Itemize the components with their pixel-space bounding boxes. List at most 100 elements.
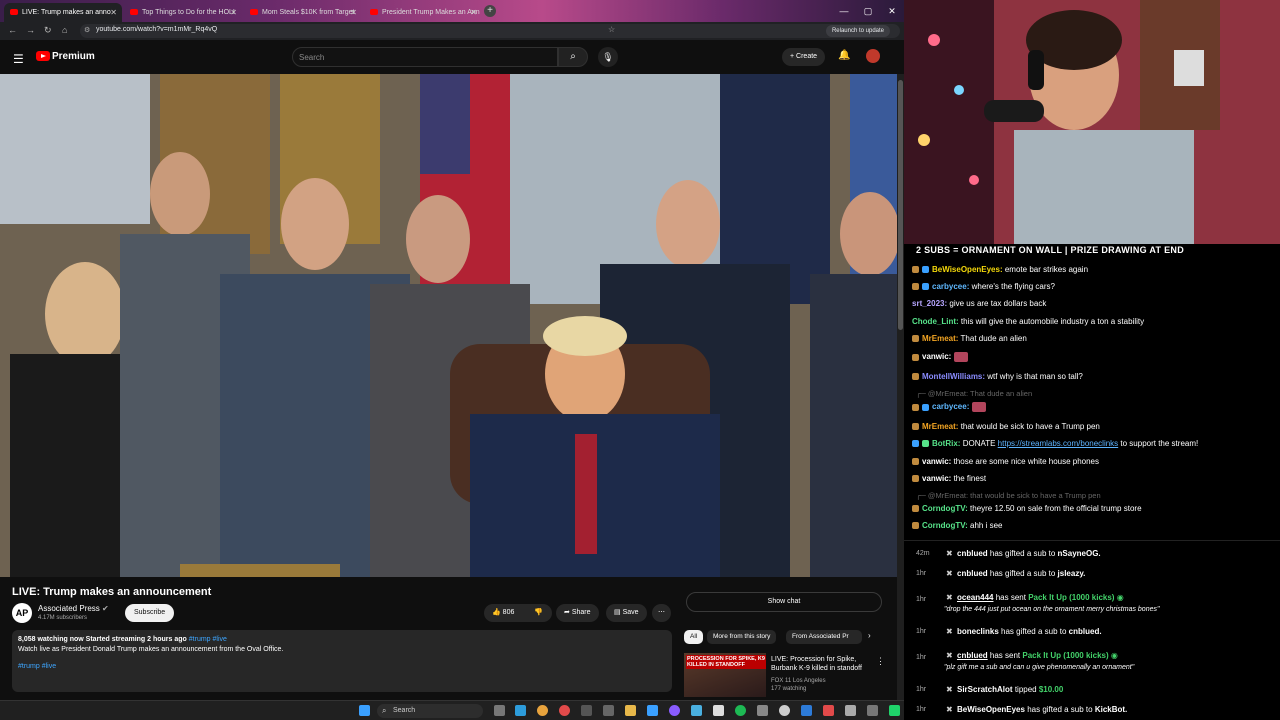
app-icon[interactable] [867,705,878,716]
app-icon[interactable] [647,705,658,716]
chat-username[interactable]: carbycee: [932,402,969,411]
menu-icon[interactable]: ☰ [13,52,24,66]
chat-username[interactable]: srt_2023: [912,299,947,308]
event-text: cnblued has gifted a sub to jsleazy. [957,569,1085,578]
site-info-icon[interactable]: ⚙ [84,26,90,34]
url-field[interactable]: ⚙ youtube.com/watch?v=m1mMr_Rq4vQ ☆ Rela… [80,24,900,38]
bookmark-star-icon[interactable]: ☆ [608,25,615,34]
channel-avatar[interactable]: AP [12,603,32,623]
show-chat-button[interactable]: Show chat [686,592,882,612]
chat-username[interactable]: vanwic: [922,352,951,361]
chat-username[interactable]: Chode_Lint: [912,317,959,326]
video-description[interactable]: 8,058 watching now Started streaming 2 h… [12,630,672,692]
chat-message: vanwic: [912,352,968,362]
file-explorer-icon[interactable] [625,705,636,716]
recommended-menu-icon[interactable]: ⋮ [876,656,885,667]
channel-name[interactable]: Associated Press ✔ [38,604,109,613]
event-user: SirScratchAlot [957,685,1013,694]
chat-username[interactable]: carbycee: [932,282,969,291]
recommended-thumbnail[interactable]: PROCESSION FOR SPIKE, K9 KILLED IN STAND… [684,653,766,697]
app-icon[interactable] [823,705,834,716]
close-tab-icon[interactable]: ✕ [230,8,237,17]
chat-link[interactable]: https://streamlabs.com/boneclinks [998,439,1119,448]
gift-icon: ◉ [1110,651,1118,660]
more-actions-button[interactable]: ⋯ [652,604,671,622]
chip-all[interactable]: All [684,630,704,644]
app-icon[interactable] [581,705,592,716]
chrome-alt-icon[interactable] [559,705,570,716]
spotify-icon[interactable] [735,705,746,716]
tab-holiday[interactable]: Top Things to Do for the HOLI ✕ [124,3,242,22]
dislike-button[interactable]: 👎 [534,604,543,622]
description-hashtags[interactable]: #trump #live [18,663,666,670]
chat-username[interactable]: MrEmeat: [922,334,958,343]
subscribe-button[interactable]: Subscribe [125,604,175,622]
chat-message: BeWiseOpenEyes: emote bar strikes again [912,265,1088,274]
chip-more-from-story[interactable]: More from this story [707,630,777,644]
share-label: Share [571,609,591,616]
scrollbar-thumb[interactable] [898,80,903,330]
search-input[interactable]: Search [292,47,558,67]
chat-badge-icon [912,353,919,361]
chat-username[interactable]: MontellWilliams: [922,372,985,381]
app-icon[interactable] [713,705,724,716]
app-icon[interactable] [845,705,856,716]
new-tab-button[interactable]: + [484,5,496,17]
chat-username[interactable]: CorndogTV: [922,504,968,513]
kick-app-icon[interactable] [889,705,900,716]
recommended-title[interactable]: LIVE: Procession for Spike, Burbank K-9 … [771,655,875,673]
close-tab-icon[interactable]: ✕ [350,8,357,17]
chat-username[interactable]: CorndogTV: [922,521,968,530]
like-button[interactable]: 👍 806 [492,604,514,622]
app-icon[interactable] [801,705,812,716]
taskbar-search[interactable]: ⌕ Search [377,704,483,718]
chat-username[interactable]: BotRix: [932,439,960,448]
search-button[interactable]: ⌕ [558,47,588,67]
app-icon[interactable] [669,705,680,716]
edge-icon[interactable] [515,705,526,716]
close-tab-icon[interactable]: ✕ [470,8,477,17]
app-icon[interactable] [603,705,614,716]
tab-target[interactable]: Mom Steals $10K from Target ✕ [244,3,362,22]
stats-hashtags[interactable]: #trump #live [189,636,227,643]
app-icon[interactable] [691,705,702,716]
chat-text: the finest [953,474,987,483]
event-action: tipped [1014,685,1037,694]
reload-icon[interactable]: ↻ [44,25,52,36]
event-target: KickBot. [1094,705,1128,714]
youtube-brand[interactable]: Premium [52,51,95,62]
app-icon[interactable] [757,705,768,716]
relaunch-button[interactable]: Relaunch to update [825,25,890,37]
notifications-bell-icon[interactable]: 🔔 [838,50,850,61]
task-view-icon[interactable] [494,705,505,716]
account-avatar[interactable] [866,49,880,63]
minimize-icon[interactable]: — [832,0,856,22]
back-icon[interactable]: ← [8,25,17,35]
voice-search-button[interactable]: 🎙 [598,47,618,67]
kick-icon: ✖ [946,705,953,714]
chat-username[interactable]: BeWiseOpenEyes: [932,265,1003,274]
chat-username[interactable]: vanwic: [922,474,951,483]
youtube-logo-icon[interactable] [36,51,50,61]
create-button[interactable]: + Create [782,48,826,66]
maximize-icon[interactable]: ▢ [856,0,880,22]
chrome-icon[interactable] [537,705,548,716]
home-icon[interactable]: ⌂ [62,25,67,35]
forward-icon[interactable]: → [26,25,35,35]
save-button[interactable]: ▤ Save [606,604,647,622]
tab-trump-announcement[interactable]: LIVE: Trump makes an anno ✕ [4,3,122,22]
chip-from-associated-press[interactable]: From Associated Pr [786,630,862,644]
video-player[interactable] [0,74,898,577]
close-window-icon[interactable]: ✕ [880,0,904,22]
event-user: cnblued [957,549,988,558]
app-icon[interactable] [779,705,790,716]
close-tab-icon[interactable]: ✕ [110,8,117,17]
chevron-right-icon[interactable]: › [868,631,871,640]
chat-message: MontellWilliams: wtf why is that man so … [912,372,1083,381]
windows-start-icon[interactable] [359,705,370,716]
tab-president[interactable]: President Trump Makes an Ann ✕ [364,3,482,22]
chat-username[interactable]: vanwic: [922,457,951,466]
event-target: $10.00 [1038,685,1064,694]
share-button[interactable]: ➦ Share [556,604,599,622]
chat-username[interactable]: MrEmeat: [922,422,958,431]
